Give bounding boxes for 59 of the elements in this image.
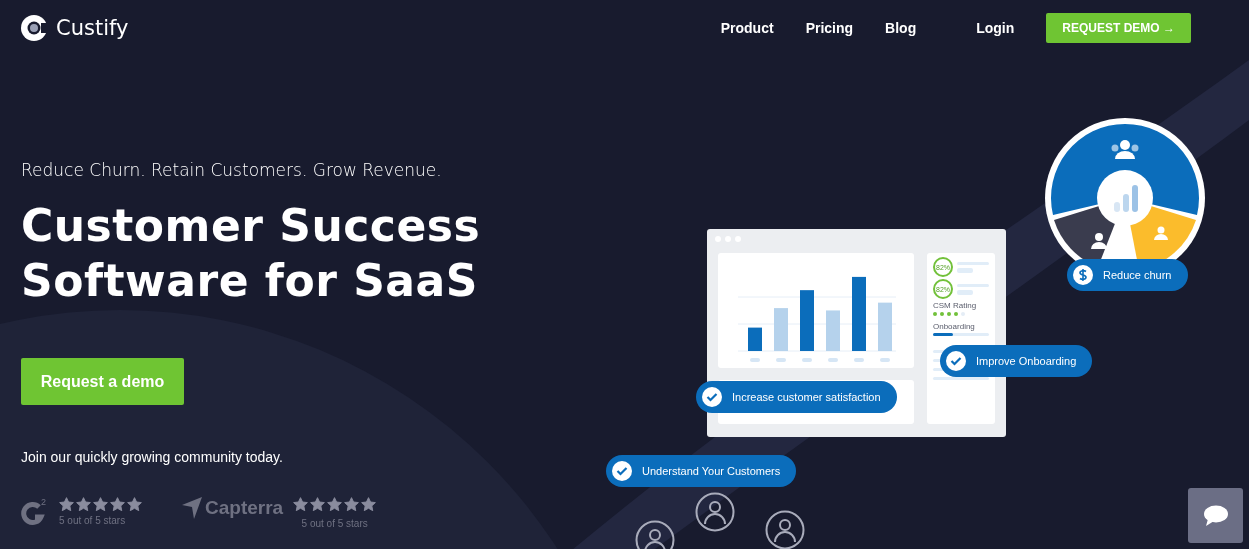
- placeholder-line: [957, 267, 973, 273]
- capterra-arrow-icon: [182, 497, 202, 519]
- check-icon: [702, 387, 722, 407]
- logo-icon[interactable]: [20, 13, 48, 42]
- star-icon: [310, 497, 326, 512]
- star-icon: [76, 497, 91, 512]
- rating-caption: 5 out of 5 stars: [301, 518, 368, 529]
- dollar-icon: [1073, 265, 1093, 285]
- nav-link[interactable]: Blog: [885, 19, 917, 36]
- user-circle-icon: [695, 492, 735, 532]
- rating-dot: [940, 312, 944, 316]
- login-link[interactable]: Login: [976, 19, 1015, 36]
- placeholder-line: [957, 289, 973, 295]
- chart-bar: [774, 308, 788, 351]
- logo-wordmark[interactable]: Custify: [56, 15, 129, 40]
- placeholder-line: [933, 377, 989, 380]
- axis-label-placeholder: [828, 358, 838, 362]
- rating-label: CSM Rating: [933, 301, 978, 310]
- star-icon: [293, 497, 309, 512]
- star-icon: [344, 497, 360, 512]
- superscript-two: 2: [41, 497, 46, 507]
- chart-bar: [826, 310, 840, 351]
- hero-heading: Customer Success Software for SaaS: [21, 199, 481, 308]
- speech-bubble-icon: [1202, 504, 1229, 527]
- rating-dot: [947, 312, 951, 316]
- chart-bar: [800, 290, 814, 351]
- rating-dot: [954, 312, 958, 316]
- capterra-wordmark: Capterra: [205, 497, 284, 519]
- benefit-pill: Reduce churn: [1067, 259, 1188, 291]
- chart-bar: [748, 327, 762, 351]
- nav-link[interactable]: Product: [720, 19, 774, 36]
- people-icon: [1111, 140, 1139, 159]
- benefit-pill: Understand Your Customers: [606, 455, 797, 487]
- axis-label-placeholder: [880, 358, 890, 362]
- axis-label-placeholder: [802, 358, 812, 362]
- bar-chart-icon: [1114, 185, 1138, 212]
- chart-bar: [878, 302, 892, 351]
- star-icon: [93, 497, 108, 512]
- check-icon: [612, 461, 632, 481]
- axis-label-placeholder: [776, 358, 786, 362]
- axis-label-placeholder: [854, 358, 864, 362]
- rating-dot: [933, 312, 937, 316]
- rating-caption: 5 out of 5 stars: [59, 515, 127, 526]
- nav-link[interactable]: Pricing: [805, 19, 854, 36]
- progress-label: Onboarding: [933, 322, 976, 331]
- community-note: Join our quickly growing community today.: [21, 449, 283, 465]
- axis-label-placeholder: [750, 358, 760, 362]
- star-icon: [110, 497, 125, 512]
- people-icon: [1091, 233, 1107, 249]
- star-icon: [327, 497, 343, 512]
- benefit-pill: Increase customer satisfaction: [696, 381, 897, 413]
- tagline: Reduce Churn. Retain Customers. Grow Revenue.: [21, 160, 442, 180]
- people-icon: [1154, 226, 1168, 240]
- star-icon: [127, 497, 142, 512]
- chat-button[interactable]: [1188, 488, 1243, 543]
- star-icon: [59, 497, 74, 512]
- star-icon: [361, 497, 377, 512]
- check-icon: [946, 351, 966, 371]
- benefit-pill: Improve Onboarding: [940, 345, 1093, 377]
